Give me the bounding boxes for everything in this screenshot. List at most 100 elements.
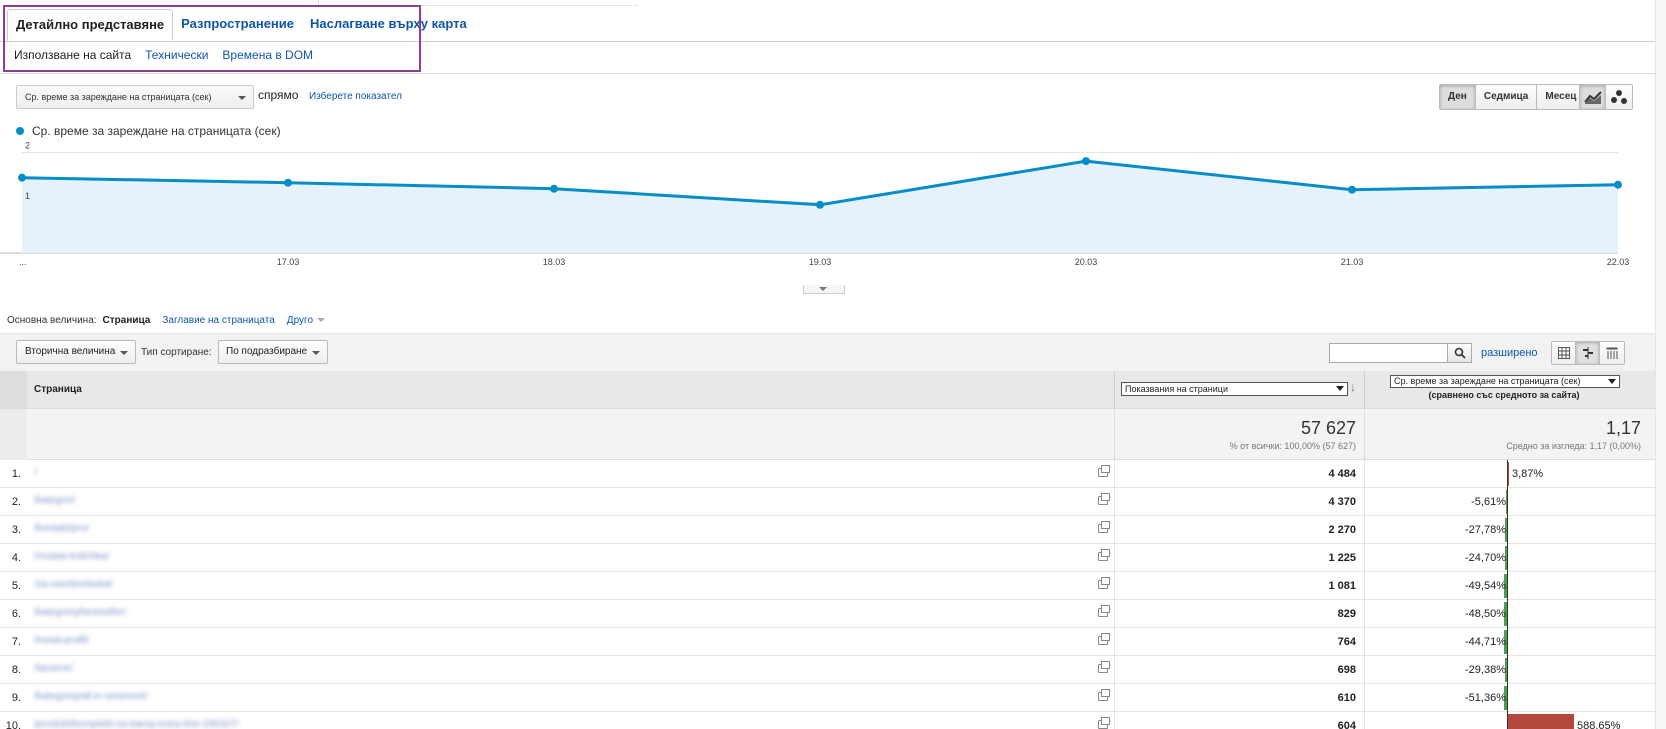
total-pageviews: 57 627 <box>1300 418 1356 438</box>
sort-type-label: Тип сортиране: <box>141 347 212 358</box>
primary-dimension-bar: Основна величина: Страница Заглавие на с… <box>7 315 331 326</box>
period-month-button[interactable]: Месец <box>1537 85 1585 109</box>
loadtime-metric-dropdown[interactable]: Ср. време за зареждане на страницата (се… <box>1390 375 1620 388</box>
row-page-link[interactable]: /kategori/ <box>34 495 324 509</box>
legend-label: Ср. време за зареждане на страницата (се… <box>32 124 281 138</box>
column-divider <box>1364 572 1365 599</box>
row-index: 4. <box>11 552 21 564</box>
open-page-icon[interactable] <box>1098 689 1110 701</box>
metric-dropdown-label: Ср. време за зареждане на страницата (се… <box>25 92 212 102</box>
open-page-icon[interactable] <box>1098 493 1110 505</box>
table-row[interactable]: 1. / 4 484 3,87% <box>0 460 1666 488</box>
page-scrollbar[interactable] <box>1655 0 1666 729</box>
row-page-link[interactable]: /moiat-profil/ <box>34 635 324 649</box>
column-divider <box>1114 371 1115 408</box>
period-day-button[interactable]: Ден <box>1440 85 1476 109</box>
line-chart-icon <box>1583 91 1602 104</box>
sort-descending-icon[interactable]: ↓ <box>1350 380 1356 394</box>
dimension-other-label: Друго <box>286 315 314 326</box>
header-index-cell <box>0 371 27 409</box>
column-divider <box>1114 656 1115 683</box>
table-row[interactable]: 8. /tarsene/698 -29,38% <box>0 656 1666 684</box>
search-button[interactable] <box>1447 343 1472 363</box>
row-page-link[interactable]: / <box>34 467 324 481</box>
totals-row: 57 627 % от всички: 100,00% (57 627) 1,1… <box>0 409 1666 460</box>
chart-data-point[interactable] <box>18 173 26 182</box>
motion-chart-button[interactable] <box>1606 85 1632 109</box>
row-pageviews: 4 370 <box>1328 496 1356 508</box>
table-row[interactable]: 9. /kategoriq/all-in-sets/novi/610 -51,36% <box>0 684 1666 712</box>
row-loadtime-delta: -27,78% <box>1465 524 1506 536</box>
pivot-view-button[interactable] <box>1600 342 1624 364</box>
table-row[interactable]: 2. /kategori/4 370 -5,61% <box>0 488 1666 516</box>
row-pageviews: 2 270 <box>1328 524 1356 536</box>
dimension-page[interactable]: Страница <box>103 315 151 326</box>
choose-metric-link[interactable]: Изберете показател <box>309 91 402 102</box>
chart-data-point[interactable] <box>550 184 558 193</box>
tab-explorer[interactable]: Детайлно представяне <box>7 9 174 41</box>
sort-type-dropdown[interactable]: По подразбиране <box>218 340 328 364</box>
open-page-icon[interactable] <box>1098 661 1110 673</box>
pageviews-metric-dropdown[interactable]: Показвания на страници <box>1121 382 1348 396</box>
grid-table-icon <box>1557 347 1570 359</box>
row-page-link[interactable]: /tarsene/ <box>34 663 324 677</box>
row-page-link[interactable]: /produkt/komplekt-za-baniq-extra-line-18… <box>34 719 324 729</box>
table-row[interactable]: 10. /produkt/komplekt-za-baniq-extra-line… <box>0 712 1666 729</box>
chart-data-point[interactable] <box>1614 180 1622 189</box>
open-page-icon[interactable] <box>1098 577 1110 589</box>
row-loadtime-delta: -24,70% <box>1465 552 1506 564</box>
chart-data-point[interactable] <box>816 200 824 209</box>
row-pageviews: 1 081 <box>1328 580 1356 592</box>
chart-data-point[interactable] <box>1082 157 1090 166</box>
dimension-other[interactable]: Друго <box>286 315 326 326</box>
pageviews-column-label: Показвания на страници <box>1125 384 1228 394</box>
chart-collapse-handle[interactable] <box>803 285 845 294</box>
row-loadtime-delta: 3,87% <box>1512 468 1544 480</box>
dimension-page-title[interactable]: Заглавие на страницата <box>162 315 274 326</box>
table-row[interactable]: 3. /kontakt/pro/2 270 -27,78% <box>0 516 1666 544</box>
column-header-page[interactable]: Страница <box>34 384 82 395</box>
row-page-link[interactable]: /kontakt/pro/ <box>34 523 324 537</box>
table-row[interactable]: 4. /moiata-kolichka/1 225 -24,70% <box>0 544 1666 572</box>
chart-legend: Ср. време за зареждане на страницата (се… <box>16 124 281 138</box>
open-page-icon[interactable] <box>1098 717 1110 729</box>
data-view-button[interactable] <box>1552 342 1576 364</box>
table-row[interactable]: 6. /kategoriq/bestseller/829 -48,50% <box>0 600 1666 628</box>
row-index: 9. <box>11 692 21 704</box>
table-search-input[interactable] <box>1329 343 1448 363</box>
row-pageviews: 764 <box>1337 636 1356 648</box>
open-page-icon[interactable] <box>1098 549 1110 561</box>
open-page-icon[interactable] <box>1098 521 1110 533</box>
metric-dropdown[interactable]: Ср. време за зареждане на страницата (се… <box>16 85 254 109</box>
column-divider <box>1364 516 1365 543</box>
open-page-icon[interactable] <box>1098 465 1110 477</box>
row-loadtime-delta: -49,54% <box>1465 580 1506 592</box>
table-row[interactable]: 5. /za-nas/dostavka/1 081 -49,54% <box>0 572 1666 600</box>
row-pageviews: 604 <box>1337 720 1356 729</box>
column-divider <box>1114 516 1115 543</box>
period-week-button[interactable]: Седмица <box>1475 85 1538 109</box>
column-divider <box>1364 628 1365 655</box>
row-loadtime-delta: -29,38% <box>1465 664 1506 676</box>
comparison-view-button[interactable] <box>1576 342 1600 364</box>
advanced-filter-link[interactable]: разширено <box>1481 347 1538 359</box>
chart-data-point[interactable] <box>284 178 292 187</box>
open-page-icon[interactable] <box>1098 605 1110 617</box>
comparison-bar-positive <box>1508 462 1509 486</box>
row-page-link[interactable]: /moiata-kolichka/ <box>34 551 324 565</box>
secondary-dimension-dropdown[interactable]: Вторична величина <box>16 340 136 364</box>
chart-data-point[interactable] <box>1348 185 1356 194</box>
row-page-link[interactable]: /kategoriq/bestseller/ <box>34 607 324 621</box>
row-page-link[interactable]: /kategoriq/all-in-sets/novi/ <box>34 691 324 705</box>
chevron-down-icon <box>238 96 246 100</box>
comparison-axis <box>1507 656 1508 684</box>
table-row[interactable]: 7. /moiat-profil/764 -44,71% <box>0 628 1666 656</box>
search-icon <box>1454 347 1466 359</box>
period-selector: Ден Седмица Месец <box>1439 84 1586 110</box>
open-page-icon[interactable] <box>1098 633 1110 645</box>
chevron-down-icon <box>317 318 326 323</box>
line-chart-button[interactable] <box>1580 85 1606 109</box>
row-page-link[interactable]: /za-nas/dostavka/ <box>34 579 324 593</box>
row-loadtime-delta: 588,65% <box>1577 720 1621 729</box>
legend-dot <box>16 127 24 135</box>
